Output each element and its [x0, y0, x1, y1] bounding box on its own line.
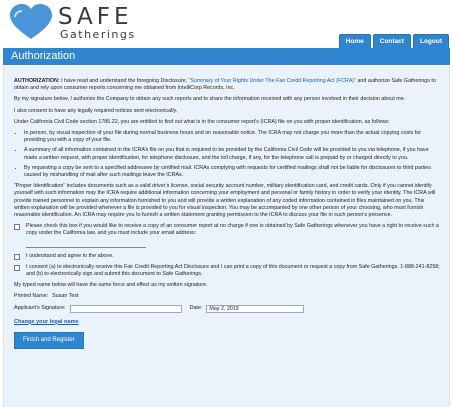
page-title: Authorization [11, 50, 76, 62]
signature-input[interactable] [69, 304, 182, 313]
brand-name: SAFE [58, 4, 133, 30]
copy-request-row: Please check this box if you would like … [14, 223, 440, 237]
page-title-bar: Authorization [3, 48, 450, 65]
date-value: May 2, 2019 [209, 305, 239, 312]
typed-name-notice: My typed name below will have the same f… [14, 282, 208, 289]
authorization-label: AUTHORIZATION: [14, 78, 60, 84]
authorization-panel: AUTHORIZATION: I have read and understan… [3, 66, 450, 407]
change-legal-name-row: Change your legal name [14, 319, 440, 326]
printed-name-row: Printed Name: Susan Test [14, 293, 440, 300]
heart-logo-icon [10, 4, 52, 39]
finish-and-register-button[interactable]: Finish and Register [14, 331, 84, 350]
date-label: Date: [189, 305, 203, 312]
date-input[interactable]: May 2, 2019 [206, 304, 305, 313]
fcra-summary-link[interactable]: “Summary of Your Rights Under The Fair C… [189, 78, 356, 84]
agree-label: I understand and agree to the above. [26, 252, 114, 259]
rights-list: In person, by visual inspection of your … [24, 130, 440, 179]
nav-contact[interactable]: Contact [372, 34, 411, 49]
signature-consent-paragraph: By my signature below, I authorize the C… [14, 96, 406, 103]
electronic-notice-paragraph: I also consent to have any legally requi… [14, 107, 178, 114]
copy-request-checkbox[interactable] [14, 224, 20, 231]
printed-name-value: Susan Test [52, 293, 79, 300]
nav-logout[interactable]: Logout [412, 34, 449, 49]
copy-request-label: Please check this box if you would like … [26, 223, 439, 237]
top-nav: Home Contact Logout [338, 34, 449, 49]
authorization-text: I have read and understand the foregoing… [59, 78, 189, 84]
consent-row: I consent (a) to electronically receive … [14, 264, 440, 278]
california-rights-paragraph: Under California Civil Code section 1786… [14, 118, 390, 125]
list-item: By requesting a copy be sent to a specif… [24, 165, 440, 179]
authorization-paragraph: AUTHORIZATION: I have read and understan… [14, 78, 440, 92]
agree-row: I understand and agree to the above. [14, 253, 440, 260]
signature-label: Applicant’s Signature: [14, 305, 66, 312]
consent-label: I consent (a) to electronically receive … [26, 263, 440, 278]
nav-home[interactable]: Home [338, 34, 371, 49]
change-legal-name-link[interactable]: Change your legal name [14, 319, 79, 325]
authorization-content: AUTHORIZATION: I have read and understan… [14, 78, 440, 350]
proper-identification-paragraph: “Proper Identification” includes documen… [14, 183, 436, 219]
list-item: In person, by visual inspection of your … [24, 130, 440, 144]
brand-subname: Gatherings [60, 28, 136, 41]
agree-checkbox[interactable] [14, 253, 20, 260]
site-header: SAFE Gatherings Home Contact Logout [0, 0, 453, 49]
list-item: A summary of all information contained i… [24, 147, 440, 161]
signature-row: Applicant’s Signature: Date: May 2, 2019 [14, 304, 440, 313]
printed-name-label: Printed Name: [14, 293, 49, 300]
email-field[interactable] [26, 241, 146, 248]
consent-checkbox[interactable] [14, 264, 20, 271]
